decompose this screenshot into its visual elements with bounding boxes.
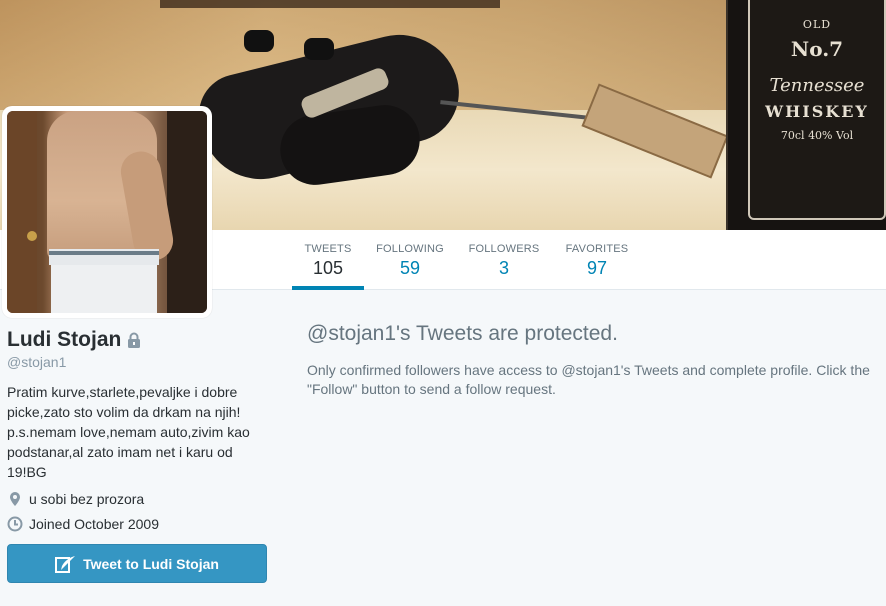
controller-stick-right [304,38,334,60]
bottle-label-line: WHISKEY [765,102,869,121]
nav-tweets-count: 105 [312,258,344,278]
avatar-band-stripe [49,251,159,255]
profile-name[interactable]: Ludi Stojan [7,328,121,352]
nav-followers[interactable]: FOLLOWERS 3 [466,230,542,290]
nav-followers-count: 3 [498,258,509,278]
nav-tweets[interactable]: TWEETS 105 [292,230,364,290]
avatar-legs [51,265,157,313]
nav-favorites-label: FAVORITES [565,243,629,255]
whiskey-bottle-label: OLD No.7 Tennessee WHISKEY 70cl 40% Vol [748,0,886,220]
nav-followers-label: FOLLOWERS [468,243,540,255]
profile-bio: Pratim kurve,starlete,pevaljke i dobre p… [7,384,250,480]
bottle-label-line: Tennessee [769,75,865,96]
bottle-label-line: 70cl 40% Vol [780,129,854,142]
protected-message: Only confirmed followers have access to … [307,362,870,397]
lock-icon [127,332,141,348]
name-row: Ludi Stojan [7,326,277,354]
profile-location: u sobi bez prozora [7,490,277,507]
profile-location-text: u sobi bez prozora [29,490,145,507]
profile-joined-text: Joined October 2009 [29,515,159,532]
protected-notice: @stojan1's Tweets are protected. Only co… [307,322,882,399]
tweet-to-button[interactable]: Tweet to Ludi Stojan [7,544,267,583]
avatar-door [7,111,37,313]
avatar-wall [167,111,207,313]
nav-tweets-label: TWEETS [304,243,352,255]
avatar-image [7,111,207,313]
nav-following[interactable]: FOLLOWING 59 [374,230,446,290]
nav-favorites[interactable]: FAVORITES 97 [562,230,632,290]
location-pin-icon [7,491,23,507]
profile-card: Ludi Stojan @stojan1 Pratim kurve,starle… [7,326,277,583]
profile-screen-name[interactable]: @stojan1 [7,354,277,370]
profile-avatar[interactable] [2,106,212,318]
profile-joined: Joined October 2009 [7,515,277,532]
avatar-door-knob [27,231,37,241]
nav-following-label: FOLLOWING [376,243,444,255]
banner-shelf [160,0,500,8]
tweet-to-button-label: Tweet to Ludi Stojan [83,555,219,572]
protected-title: @stojan1's Tweets are protected. [307,322,618,345]
feather-icon [55,554,77,574]
bottle-label-line: OLD [802,18,832,31]
controller-stick-left [244,30,274,52]
bottle-label-line: No.7 [790,37,844,61]
nav-favorites-count: 97 [586,258,608,278]
nav-following-count: 59 [399,258,421,278]
clock-icon [7,516,23,532]
